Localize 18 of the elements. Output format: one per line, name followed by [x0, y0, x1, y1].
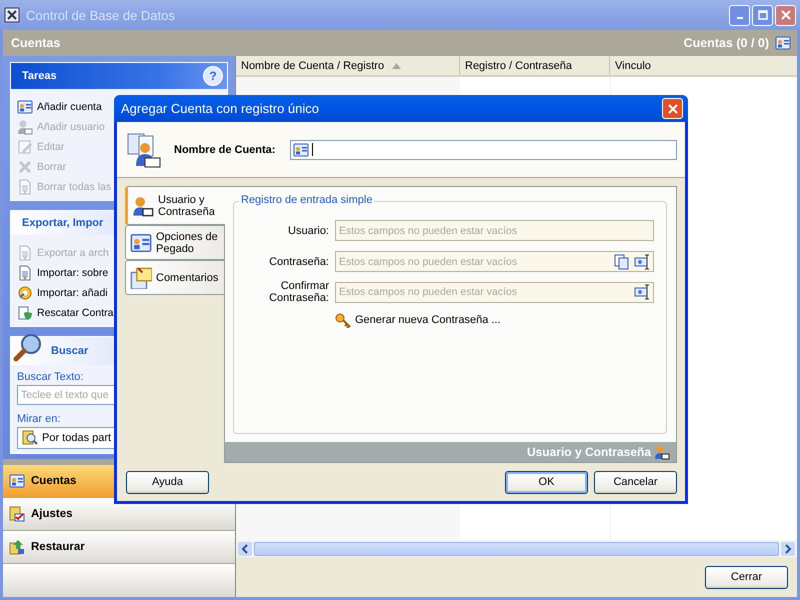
panel-title: Usuario y Contraseña: [526, 445, 651, 459]
window-title: Control de Base de Datos: [26, 8, 176, 22]
field-label: Usuario:: [287, 224, 329, 236]
dialog-title: Agregar Cuenta con registro único: [121, 101, 320, 116]
section-title: Cuentas: [11, 36, 60, 50]
pane-title: Exportar, Impor: [22, 217, 104, 229]
placeholder-text: Estos campos no pueden estar vacíos: [339, 286, 518, 298]
field-label: Buscar Texto:: [17, 370, 84, 385]
field-label: Contraseña:: [268, 256, 329, 268]
group-title: Registro de entrada simple: [239, 194, 374, 206]
placeholder-text: Estos campos no pueden estar vacíos: [339, 224, 518, 236]
placeholder-text: Estos campos no pueden estar vacíos: [339, 256, 518, 268]
field-label: Mirar en:: [17, 412, 62, 427]
pane-title: Buscar: [51, 345, 90, 357]
pane-title: Tareas: [22, 70, 58, 82]
field-label: Nombre de Cuenta:: [174, 144, 276, 156]
field-label: Confirmar Contraseña:: [268, 280, 329, 304]
account-count: Cuentas (0 / 0): [684, 36, 769, 50]
